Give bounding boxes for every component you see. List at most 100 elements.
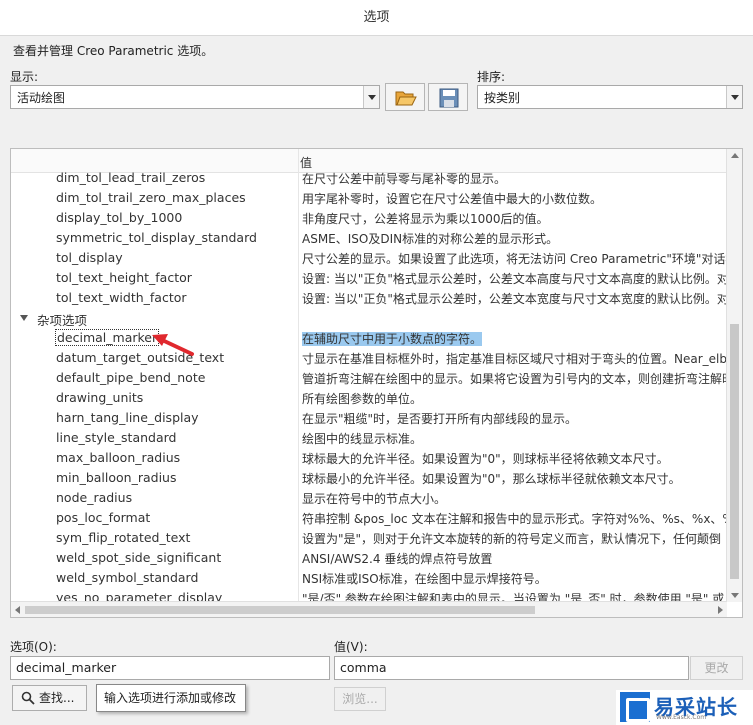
find-button[interactable]: 查找... xyxy=(12,685,87,711)
chevron-down-icon[interactable] xyxy=(363,86,379,108)
group-row[interactable]: 杂项选项 xyxy=(11,307,727,328)
option-description-text: 非角度尺寸，公差将显示为乘以1000后的值。 xyxy=(302,212,549,226)
option-name: dim_tol_lead_trail_zeros xyxy=(56,170,206,185)
option-name: decimal_marker xyxy=(54,329,160,346)
option-row[interactable]: node_radius 显示在符号中的节点大小。 xyxy=(11,487,727,507)
option-row[interactable]: max_balloon_radius 球标最大的允许半径。如果设置为"0"，则球标… xyxy=(11,447,727,467)
option-description: 在辅助尺寸中用于小数点的字符。 xyxy=(302,330,727,347)
option-row[interactable]: line_style_standard 绘图中的线显示标准。 xyxy=(11,427,727,447)
option-description-text: 球标最大的允许半径。如果设置为"0"，则球标半径将依赖文本尺寸。 xyxy=(302,452,669,466)
change-button[interactable]: 更改 xyxy=(690,656,743,680)
display-value: 活动绘图 xyxy=(17,91,66,105)
browse-label: 浏览... xyxy=(342,692,378,706)
option-row[interactable]: dim_tol_lead_trail_zeros 在尺寸公差中前导零与尾补零的显示… xyxy=(11,167,727,187)
vertical-scrollbar[interactable] xyxy=(726,149,742,602)
option-description-text: 绘图中的线显示标准。 xyxy=(302,432,423,446)
hscroll-thumb[interactable] xyxy=(25,606,535,614)
scroll-left-icon[interactable] xyxy=(15,606,20,614)
option-description: 在显示"粗缆"时，是否要打开所有内部线段的显示。 xyxy=(302,410,727,427)
option-description: 显示在符号中的节点大小。 xyxy=(302,490,727,507)
option-description-text: 设置为"是"，则对于允许文本旋转的新的符号定义而言，默认情况下，任何颠倒 xyxy=(302,532,722,546)
option-description-text: 在尺寸公差中前导零与尾补零的显示。 xyxy=(302,172,507,186)
option-row[interactable]: harn_tang_line_display 在显示"粗缆"时，是否要打开所有内部… xyxy=(11,407,727,427)
option-description-text: 设置: 当以"正负"格式显示公差时，公差文本高度与尺寸文本高度的默认比例。对 xyxy=(302,272,727,286)
scroll-right-icon[interactable] xyxy=(718,606,723,614)
option-name: node_radius xyxy=(56,490,133,505)
annotation-arrow-icon xyxy=(152,334,194,356)
option-name: line_style_standard xyxy=(56,430,177,445)
option-row[interactable]: weld_spot_side_significant ANSI/AWS2.4 垂线… xyxy=(11,547,727,567)
sort-value: 按类别 xyxy=(484,91,521,105)
option-name: tol_display xyxy=(56,250,123,265)
option-name: weld_symbol_standard xyxy=(56,570,199,585)
option-description-text: 球标最小的允许半径。如果设置为"0"，那么球标半径就依赖文本尺寸。 xyxy=(302,472,681,486)
option-name: sym_flip_rotated_text xyxy=(56,530,191,545)
scroll-up-icon[interactable] xyxy=(731,153,739,158)
option-name: drawing_units xyxy=(56,390,144,405)
option-row[interactable]: tol_text_height_factor 设置: 当以"正负"格式显示公差时，… xyxy=(11,267,727,287)
option-row[interactable]: min_balloon_radius 球标最小的允许半径。如果设置为"0"，那么球… xyxy=(11,467,727,487)
option-description-text: 设置: 当以"正负"格式显示公差时，公差文本宽度与尺寸文本宽度的默认比例。对 xyxy=(302,292,727,306)
option-name: symmetric_tol_display_standard xyxy=(56,230,257,245)
horizontal-scrollbar[interactable] xyxy=(11,601,727,617)
option-description-text: 显示在符号中的节点大小。 xyxy=(302,492,447,506)
option-description: 设置: 当以"正负"格式显示公差时，公差文本宽度与尺寸文本宽度的默认比例。对 xyxy=(302,290,727,307)
option-name: default_pipe_bend_note xyxy=(56,370,206,385)
options-list[interactable]: 值 dim_tol_lead_trail_zeros 在尺寸公差中前导零与尾补零的… xyxy=(10,148,743,618)
option-name: min_balloon_radius xyxy=(56,470,177,485)
option-description-text: 用字尾补零时，设置它在尺寸公差值中最大的小数位数。 xyxy=(302,192,603,206)
option-row[interactable]: default_pipe_bend_note 管道折弯注解在绘图中的显示。如果将它… xyxy=(11,367,727,387)
option-description: ANSI/AWS2.4 垂线的焊点符号放置 xyxy=(302,550,727,567)
option-description: 球标最大的允许半径。如果设置为"0"，则球标半径将依赖文本尺寸。 xyxy=(302,450,727,467)
sort-label: 排序: xyxy=(477,70,506,84)
option-row[interactable]: symmetric_tol_display_standard ASME、ISO及D… xyxy=(11,227,727,247)
expand-triangle-icon[interactable] xyxy=(20,315,28,321)
option-row[interactable]: datum_target_outside_text 寸显示在基准目标框外时，指定基… xyxy=(11,347,727,367)
option-row[interactable]: weld_symbol_standard NSI标准或ISO标准，在绘图中显示焊接… xyxy=(11,567,727,587)
scroll-thumb[interactable] xyxy=(730,324,739,579)
option-row[interactable]: tol_display 尺寸公差的显示。如果设置了此选项，将无法访问 Creo P… xyxy=(11,247,727,267)
option-description: 在尺寸公差中前导零与尾补零的显示。 xyxy=(302,170,727,187)
option-description: 所有绘图参数的单位。 xyxy=(302,390,727,407)
option-row[interactable]: sym_flip_rotated_text 设置为"是"，则对于允许文本旋转的新的… xyxy=(11,527,727,547)
option-row[interactable]: display_tol_by_1000 非角度尺寸，公差将显示为乘以1000后的值… xyxy=(11,207,727,227)
folder-open-icon xyxy=(395,91,417,106)
option-name: max_balloon_radius xyxy=(56,450,181,465)
find-label: 查找... xyxy=(39,691,75,705)
option-input[interactable]: decimal_marker xyxy=(10,656,330,680)
option-name: harn_tang_line_display xyxy=(56,410,199,425)
option-description: 用字尾补零时，设置它在尺寸公差值中最大的小数位数。 xyxy=(302,190,727,207)
sort-dropdown[interactable]: 按类别 xyxy=(477,85,743,109)
scroll-down-icon[interactable] xyxy=(731,593,739,598)
option-label: 选项(O): xyxy=(10,640,57,654)
option-description-text: 符串控制 &pos_loc 文本在注解和报告中的显示形式。字符对%%、%s、%x… xyxy=(302,512,727,526)
watermark-subtext: Www.Easck.Com xyxy=(656,714,707,721)
save-config-button[interactable] xyxy=(428,83,468,111)
option-description: 寸显示在基准目标框外时，指定基准目标区域尺寸相对于弯头的位置。Near_elb xyxy=(302,350,727,367)
option-description: 符串控制 &pos_loc 文本在注解和报告中的显示形式。字符对%%、%s、%x… xyxy=(302,510,727,527)
option-row[interactable]: drawing_units 所有绘图参数的单位。 xyxy=(11,387,727,407)
search-icon xyxy=(21,691,35,705)
option-description-text: 管道折弯注解在绘图中的显示。如果将它设置为引号内的文本，则创建折弯注解时 xyxy=(302,372,727,386)
logo-mark-icon xyxy=(620,692,650,722)
display-dropdown[interactable]: 活动绘图 xyxy=(10,85,380,109)
value-input[interactable]: comma xyxy=(334,656,689,680)
watermark-logo: 易采站长站 Www.Easck.Com xyxy=(616,690,753,725)
display-label: 显示: xyxy=(10,70,39,84)
option-row[interactable]: dim_tol_trail_zero_max_places 用字尾补零时，设置它在… xyxy=(11,187,727,207)
option-name: pos_loc_format xyxy=(56,510,151,525)
chevron-down-icon[interactable] xyxy=(726,86,742,108)
option-row[interactable]: decimal_marker 在辅助尺寸中用于小数点的字符。 xyxy=(11,327,727,347)
option-description-text: NSI标准或ISO标准，在绘图中显示焊接符号。 xyxy=(302,572,547,586)
browse-button[interactable]: 浏览... xyxy=(334,687,386,711)
title-bar: 选项 xyxy=(0,0,753,36)
description-text: 查看并管理 Creo Parametric 选项。 xyxy=(13,44,214,58)
option-description: 绘图中的线显示标准。 xyxy=(302,430,727,447)
option-row[interactable]: pos_loc_format 符串控制 &pos_loc 文本在注解和报告中的显示… xyxy=(11,507,727,527)
option-name: dim_tol_trail_zero_max_places xyxy=(56,190,246,205)
option-name: tol_text_height_factor xyxy=(56,270,192,285)
option-description: 设置为"是"，则对于允许文本旋转的新的符号定义而言，默认情况下，任何颠倒 xyxy=(302,530,727,547)
open-config-button[interactable] xyxy=(385,83,425,111)
option-row[interactable]: tol_text_width_factor 设置: 当以"正负"格式显示公差时，公… xyxy=(11,287,727,307)
option-name: display_tol_by_1000 xyxy=(56,210,183,225)
